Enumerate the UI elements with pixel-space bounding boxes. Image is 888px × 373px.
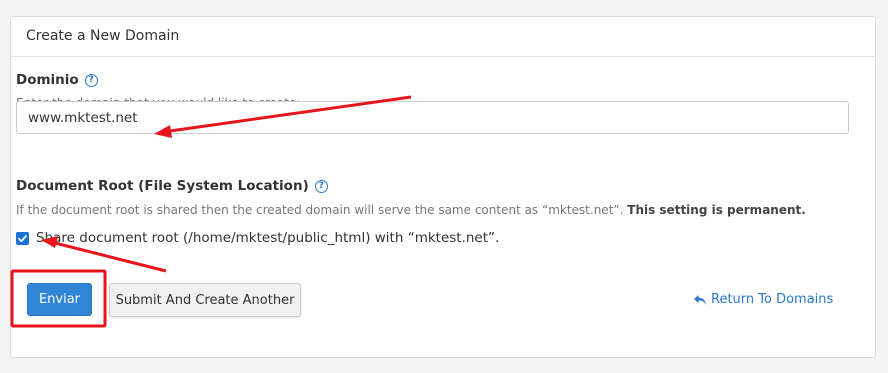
share-docroot-row[interactable]: Share document root (/home/mktest/public… xyxy=(16,230,499,246)
docroot-label: Document Root (File System Location) xyxy=(16,178,309,194)
docroot-label-row: Document Root (File System Location) ? xyxy=(16,178,328,194)
domain-label-row: Dominio ? xyxy=(16,72,98,88)
return-to-domains-link[interactable]: Return To Domains xyxy=(693,292,833,307)
domain-input[interactable] xyxy=(16,101,849,134)
help-icon[interactable]: ? xyxy=(314,179,328,193)
domain-label: Dominio xyxy=(16,72,79,88)
submit-button[interactable]: Enviar xyxy=(27,283,92,316)
docroot-help-text: If the document root is shared then the … xyxy=(16,203,806,217)
share-docroot-checkbox[interactable] xyxy=(16,231,29,245)
docroot-help-main: If the document root is shared then the … xyxy=(16,203,624,217)
return-to-domains-label: Return To Domains xyxy=(711,292,834,307)
checkmark-icon xyxy=(18,234,27,242)
help-icon[interactable]: ? xyxy=(84,73,98,87)
panel-title: Create a New Domain xyxy=(11,17,875,57)
docroot-help-bold: This setting is permanent. xyxy=(627,203,806,217)
submit-and-create-another-button[interactable]: Submit And Create Another xyxy=(109,283,301,317)
reply-arrow-icon xyxy=(694,294,706,305)
share-docroot-label: Share document root (/home/mktest/public… xyxy=(36,230,500,246)
